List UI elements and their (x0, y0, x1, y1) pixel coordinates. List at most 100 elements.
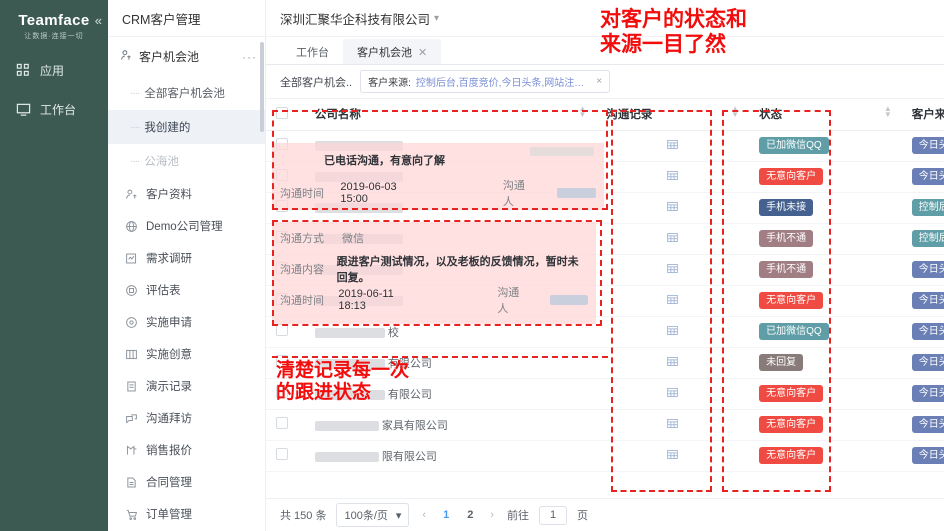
rail-item-apps[interactable]: 应用 (0, 51, 108, 90)
comm-record-cell[interactable] (596, 347, 750, 379)
column-header-source[interactable]: 客户来源 ▲▼ (901, 99, 944, 131)
sidebar-item-all-pool[interactable]: ···· 全部客户机会池 (108, 76, 265, 110)
comm-record-cell[interactable] (596, 378, 750, 410)
status-badge: 手机不通 (759, 260, 814, 279)
table-row[interactable]: 家具有限公司无意向客户今日头条2019-05-31 08:49:0 (266, 409, 944, 441)
goto-label: 前往 (507, 510, 530, 522)
row-checkbox[interactable] (276, 417, 288, 429)
grid-icon[interactable] (666, 263, 679, 278)
order-icon (124, 507, 138, 521)
sidebar-item-assessment[interactable]: 评估表 (108, 274, 265, 306)
grid-icon[interactable] (666, 232, 679, 247)
company-name-suffix: 家具有限公司 (381, 419, 448, 432)
comm-record-cell[interactable] (596, 409, 750, 441)
sidebar-item-label: 实施申请 (146, 317, 192, 329)
sidebar-item-sales-quote[interactable]: 销售报价 (108, 434, 265, 466)
sidebar-item-label: 演示记录 (146, 381, 192, 393)
comm-record-cell[interactable] (596, 161, 750, 193)
module-nav-scrollbar[interactable] (260, 42, 264, 132)
comm-content-value: 已电话沟通，有意向了解 (324, 155, 445, 167)
select-all-header[interactable] (266, 99, 305, 131)
table-row[interactable]: 限有限公司无意向客户今日头条2019-05-30 14:38:1 (266, 440, 944, 472)
org-switcher[interactable]: 深圳汇聚华企科技有限公司 ▾ (280, 9, 439, 28)
current-view-name[interactable]: 全部客户机会.. (280, 74, 352, 90)
tab-customer-pool[interactable]: 客户机会池 ✕ (343, 39, 442, 64)
grid-icon[interactable] (666, 139, 679, 154)
comm-record-cell[interactable] (596, 440, 750, 472)
user-pool-icon (120, 49, 133, 65)
sidebar-item-visit[interactable]: 沟通拜访 (108, 402, 265, 434)
sidebar-item-public-pool[interactable]: ···· 公海池 (108, 144, 265, 178)
goto-page-input[interactable]: 1 (539, 505, 568, 525)
grid-icon[interactable] (666, 294, 679, 309)
tab-workbench[interactable]: 工作台 (282, 39, 343, 64)
nav-item-customer-pool[interactable]: 客户机会池 ··· (108, 37, 265, 76)
rail-item-workbench[interactable]: 工作台 (0, 90, 108, 129)
sidebar-item-implementation-idea[interactable]: 实施创意 (108, 338, 265, 370)
company-name-cell[interactable]: 家具有限公司 (304, 409, 597, 441)
status-cell: 手机不通 (749, 254, 902, 286)
grid-icon[interactable] (666, 418, 679, 433)
next-page-button[interactable]: › (487, 509, 497, 521)
sidebar-item-customer-info[interactable]: 客户资料 (108, 178, 265, 210)
sidebar-item-created-by-me[interactable]: ···· 我创建的 (108, 110, 265, 144)
column-header-record[interactable]: 沟通记录 ▲ ▼ (596, 99, 750, 131)
select-all-checkbox[interactable] (276, 106, 288, 119)
sort-icon[interactable]: ▲ ▼ (884, 105, 892, 119)
sort-icon[interactable]: ▲ ▼ (731, 105, 739, 119)
comm-record-cell[interactable] (596, 130, 750, 162)
comm-record-cell[interactable] (596, 316, 750, 348)
row-select-cell[interactable] (266, 440, 305, 472)
table-header: 公司名称 ▲▼ 沟通记录 ▲▼ 状态 ▲▼ 客户来源 (266, 99, 944, 131)
source-badge: 今日头条 (911, 167, 944, 186)
comm-record-cell[interactable] (596, 223, 750, 255)
grid-icon[interactable] (666, 325, 679, 340)
status-badge: 已加微信QQ (759, 322, 829, 341)
prev-page-button[interactable]: ‹ (419, 509, 429, 521)
module-nav: CRM客户管理 客户机会池 ··· ···· 全部客户机会池 ···· 我创建的… (108, 0, 266, 531)
grid-icon[interactable] (666, 170, 679, 185)
sort-icon[interactable]: ▲ ▼ (578, 105, 586, 119)
row-select-cell[interactable] (266, 409, 305, 441)
row-checkbox[interactable] (276, 324, 288, 336)
comm-record-cell[interactable] (596, 192, 750, 224)
filter-tag-values: 控制后台,百度竞价,今日头条,网站注册,web表单 (415, 78, 591, 89)
status-cell: 已加微信QQ (749, 130, 902, 162)
comm-record-cell[interactable] (596, 254, 750, 286)
filter-tag-customer-source[interactable]: 客户来源: 控制后台,百度竞价,今日头条,网站注册,web表单 × (360, 70, 611, 93)
close-icon[interactable]: × (596, 76, 602, 87)
sidebar-item-demo-record[interactable]: 演示记录 (108, 370, 265, 402)
comm-record-cell[interactable] (596, 285, 750, 317)
status-cell: 无意向客户 (749, 285, 902, 317)
company-name-cell[interactable]: 限有限公司 (304, 440, 597, 472)
status-cell: 无意向客户 (749, 378, 902, 410)
sidebar-item-order[interactable]: 订单管理 (108, 498, 265, 530)
grid-icon[interactable] (666, 201, 679, 216)
sidebar-item-demo-company[interactable]: Demo公司管理 (108, 210, 265, 242)
source-cell: 今日头条 (901, 316, 944, 348)
page-size-select[interactable]: 100条/页 ▾ (336, 503, 410, 527)
close-icon[interactable]: ✕ (418, 46, 427, 59)
comm-time-row: 沟通时间 2019-06-11 18:13 沟通人 (272, 284, 596, 315)
status-badge: 未回复 (759, 353, 804, 372)
source-badge: 今日头条 (911, 415, 944, 434)
page-size-label: 100条/页 (344, 510, 388, 522)
grid-icon[interactable] (666, 449, 679, 464)
comm-time-value: 2019-06-11 18:13 (338, 287, 394, 312)
column-header-status[interactable]: 状态 ▲ ▼ (749, 99, 902, 131)
nav-item-more-icon[interactable]: ··· (242, 50, 257, 64)
survey-icon (124, 251, 138, 265)
sidebar-collapse-icon[interactable]: « (95, 14, 102, 27)
page-number-2[interactable]: 2 (463, 509, 477, 521)
comm-content-value: 跟进客户测试情况，以及老板的反馈情况，暂时未回复。 (336, 255, 579, 284)
sidebar-item-contract[interactable]: 合同管理 (108, 466, 265, 498)
sidebar-item-implementation-apply[interactable]: 实施申请 (108, 306, 265, 338)
sidebar-item-label: 合同管理 (146, 477, 192, 489)
page-number-1[interactable]: 1 (439, 509, 453, 521)
tab-label: 工作台 (296, 47, 329, 59)
row-checkbox[interactable] (276, 448, 288, 460)
grid-icon[interactable] (666, 387, 679, 402)
column-header-name[interactable]: 公司名称 ▲ ▼ (304, 99, 597, 131)
sidebar-item-requirement-survey[interactable]: 需求调研 (108, 242, 265, 274)
grid-icon[interactable] (666, 356, 679, 371)
